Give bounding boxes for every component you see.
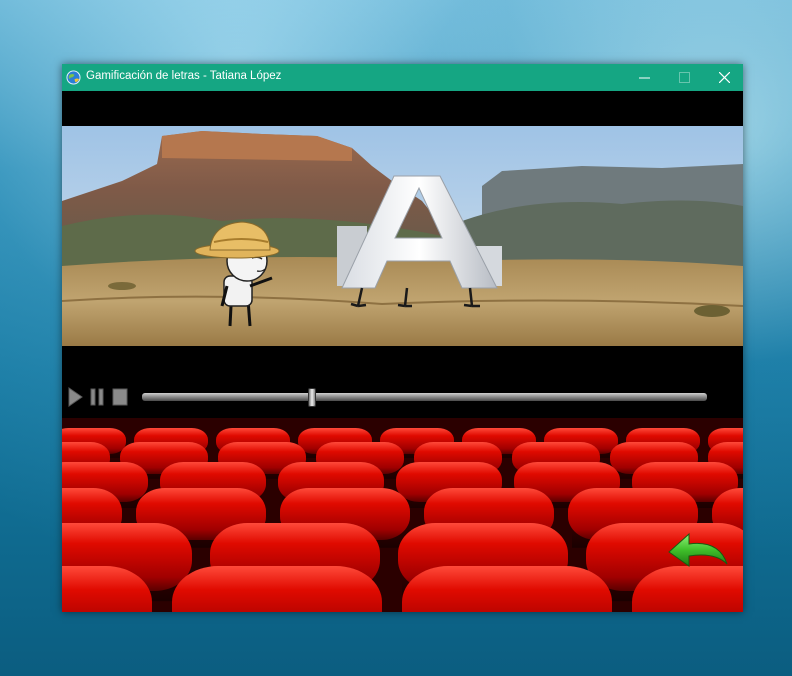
minimize-button[interactable] <box>625 64 663 91</box>
minimize-icon <box>638 77 650 79</box>
stop-icon[interactable] <box>111 387 129 407</box>
theater-seat <box>172 566 382 612</box>
play-icon[interactable] <box>67 387 83 407</box>
video-display[interactable] <box>62 126 743 346</box>
window-content <box>62 91 743 612</box>
maximize-button[interactable] <box>665 64 703 91</box>
video-frame-image <box>62 126 743 346</box>
title-bar[interactable]: Gamificación de letras - Tatiana López <box>62 64 743 91</box>
pause-icon[interactable] <box>89 387 105 407</box>
player-controls <box>62 385 743 409</box>
globe-icon <box>66 70 81 85</box>
back-arrow-icon[interactable] <box>667 530 731 574</box>
theater-seats-image <box>62 418 743 612</box>
close-button[interactable] <box>705 64 743 91</box>
seek-bar[interactable] <box>142 393 707 401</box>
close-icon <box>718 72 730 83</box>
app-window: Gamificación de letras - Tatiana López <box>62 64 743 612</box>
maximize-icon <box>678 72 690 83</box>
theater-seats-background <box>62 418 743 612</box>
window-title: Gamificación de letras - Tatiana López <box>86 70 282 82</box>
seek-thumb[interactable] <box>307 388 316 407</box>
theater-seat <box>402 566 612 612</box>
